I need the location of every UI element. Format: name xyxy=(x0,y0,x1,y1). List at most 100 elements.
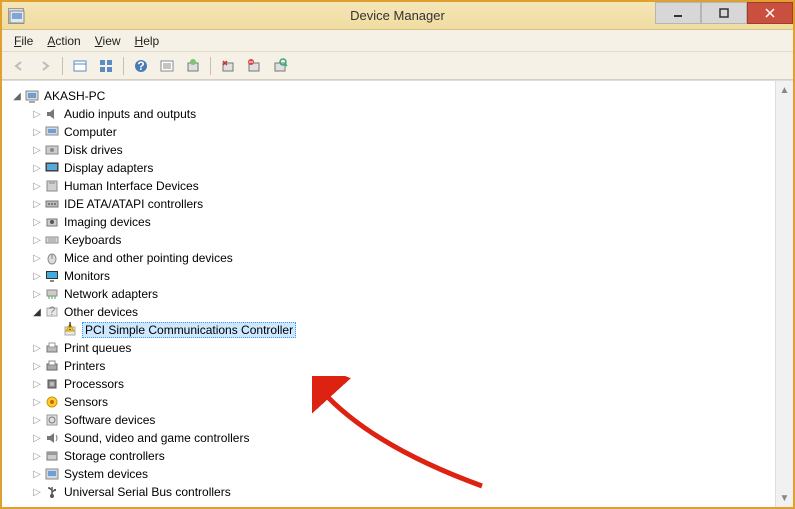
expander-icon[interactable]: ◢ xyxy=(30,307,44,318)
scan-hardware-button[interactable] xyxy=(269,55,291,77)
tree-category[interactable]: ▷ Sound, video and game controllers xyxy=(6,429,775,447)
properties-button[interactable] xyxy=(69,55,91,77)
expander-icon[interactable]: ▷ xyxy=(30,271,44,282)
uninstall-button[interactable] xyxy=(217,55,239,77)
svg-text:!: ! xyxy=(68,322,71,333)
category-label: Computer xyxy=(64,125,117,139)
mouse-icon xyxy=(44,250,60,266)
tree-category[interactable]: ▷ IDE ATA/ATAPI controllers xyxy=(6,195,775,213)
expander-icon[interactable]: ▷ xyxy=(30,397,44,408)
tree-root[interactable]: ◢ AKASH-PC xyxy=(6,87,775,105)
menu-help[interactable]: Help xyxy=(135,34,160,48)
expander-icon[interactable]: ▷ xyxy=(30,433,44,444)
scroll-up-arrow[interactable]: ▲ xyxy=(776,81,793,99)
tree-category[interactable]: ▷ System devices xyxy=(6,465,775,483)
device-manager-window: Device Manager File Action View Help ? ◢… xyxy=(0,0,795,509)
toolbar: ? xyxy=(2,52,793,80)
category-label: Keyboards xyxy=(64,233,121,247)
window-title: Device Manager xyxy=(350,8,445,23)
expander-icon[interactable]: ▷ xyxy=(30,379,44,390)
expander-icon[interactable]: ▷ xyxy=(30,361,44,372)
category-label: Universal Serial Bus controllers xyxy=(64,485,231,499)
sensor-icon xyxy=(44,394,60,410)
tree-category[interactable]: ▷ Processors xyxy=(6,375,775,393)
tree-category[interactable]: ▷ Computer xyxy=(6,123,775,141)
tree-category[interactable]: ▷ Keyboards xyxy=(6,231,775,249)
expander-icon[interactable]: ▷ xyxy=(30,289,44,300)
expander-icon[interactable]: ▷ xyxy=(30,145,44,156)
tree-category[interactable]: ▷Audio inputs and outputs xyxy=(6,105,775,123)
expander-icon[interactable]: ▷ xyxy=(30,253,44,264)
root-label: AKASH-PC xyxy=(44,89,105,103)
usb-icon xyxy=(44,484,60,500)
tree-device[interactable]: !PCI Simple Communications Controller xyxy=(6,321,775,339)
minimize-button[interactable] xyxy=(655,2,701,24)
display-icon xyxy=(44,160,60,176)
expander-icon[interactable]: ▷ xyxy=(30,235,44,246)
tree-category[interactable]: ▷ Universal Serial Bus controllers xyxy=(6,483,775,501)
tree-category[interactable]: ▷ Software devices xyxy=(6,411,775,429)
tree-category[interactable]: ▷ Storage controllers xyxy=(6,447,775,465)
expander-icon[interactable]: ▷ xyxy=(30,181,44,192)
vertical-scrollbar[interactable]: ▲ ▼ xyxy=(775,81,793,507)
expander-icon[interactable]: ▷ xyxy=(30,217,44,228)
category-label: Network adapters xyxy=(64,287,158,301)
category-label: IDE ATA/ATAPI controllers xyxy=(64,197,203,211)
tree-category[interactable]: ▷ Monitors xyxy=(6,267,775,285)
print-icon xyxy=(44,340,60,356)
view-button[interactable] xyxy=(95,55,117,77)
storage-icon xyxy=(44,448,60,464)
expander-icon[interactable]: ▷ xyxy=(30,415,44,426)
maximize-button[interactable] xyxy=(701,2,747,24)
category-label: Disk drives xyxy=(64,143,123,157)
category-label: System devices xyxy=(64,467,148,481)
category-label: Mice and other pointing devices xyxy=(64,251,233,265)
expander-icon[interactable]: ▷ xyxy=(30,109,44,120)
category-label: Software devices xyxy=(64,413,155,427)
menu-view[interactable]: View xyxy=(95,34,121,48)
sound-icon xyxy=(44,430,60,446)
toolbar-separator xyxy=(62,57,63,75)
help-button[interactable]: ? xyxy=(130,55,152,77)
tree-category[interactable]: ▷Printers xyxy=(6,357,775,375)
tree-category[interactable]: ▷Imaging devices xyxy=(6,213,775,231)
expander-icon[interactable]: ▷ xyxy=(30,469,44,480)
toolbar-separator xyxy=(210,57,211,75)
category-label: Other devices xyxy=(64,305,138,319)
tree-category[interactable]: ▷ Mice and other pointing devices xyxy=(6,249,775,267)
update-driver-button[interactable] xyxy=(182,55,204,77)
tree-category[interactable]: ▷ Disk drives xyxy=(6,141,775,159)
monitor-icon xyxy=(44,268,60,284)
tree-category[interactable]: ▷Display adapters xyxy=(6,159,775,177)
menu-file[interactable]: File xyxy=(14,34,33,48)
audio-icon xyxy=(44,106,60,122)
forward-button[interactable] xyxy=(34,55,56,77)
scroll-down-arrow[interactable]: ▼ xyxy=(776,489,793,507)
toolbar-separator xyxy=(123,57,124,75)
expander-icon[interactable]: ▷ xyxy=(30,343,44,354)
category-label: Sensors xyxy=(64,395,108,409)
tree-category[interactable]: ◢? Other devices xyxy=(6,303,775,321)
category-label: Storage controllers xyxy=(64,449,165,463)
expander-icon[interactable]: ◢ xyxy=(10,91,24,102)
category-label: Processors xyxy=(64,377,124,391)
category-label: Monitors xyxy=(64,269,110,283)
tree-category[interactable]: ▷ Network adapters xyxy=(6,285,775,303)
tree-category[interactable]: ▷Print queues xyxy=(6,339,775,357)
expander-icon[interactable]: ▷ xyxy=(30,163,44,174)
device-tree[interactable]: ◢AKASH-PC▷Audio inputs and outputs▷Compu… xyxy=(2,81,775,507)
back-button[interactable] xyxy=(8,55,30,77)
tree-category[interactable]: ▷Human Interface Devices xyxy=(6,177,775,195)
disable-button[interactable] xyxy=(243,55,265,77)
tree-category[interactable]: ▷ Sensors xyxy=(6,393,775,411)
svg-text:?: ? xyxy=(49,304,56,318)
details-button[interactable] xyxy=(156,55,178,77)
menu-action[interactable]: Action xyxy=(47,34,80,48)
expander-icon[interactable]: ▷ xyxy=(30,127,44,138)
app-icon xyxy=(8,8,24,24)
category-label: Sound, video and game controllers xyxy=(64,431,249,445)
close-button[interactable] xyxy=(747,2,793,24)
expander-icon[interactable]: ▷ xyxy=(30,451,44,462)
expander-icon[interactable]: ▷ xyxy=(30,487,44,498)
expander-icon[interactable]: ▷ xyxy=(30,199,44,210)
